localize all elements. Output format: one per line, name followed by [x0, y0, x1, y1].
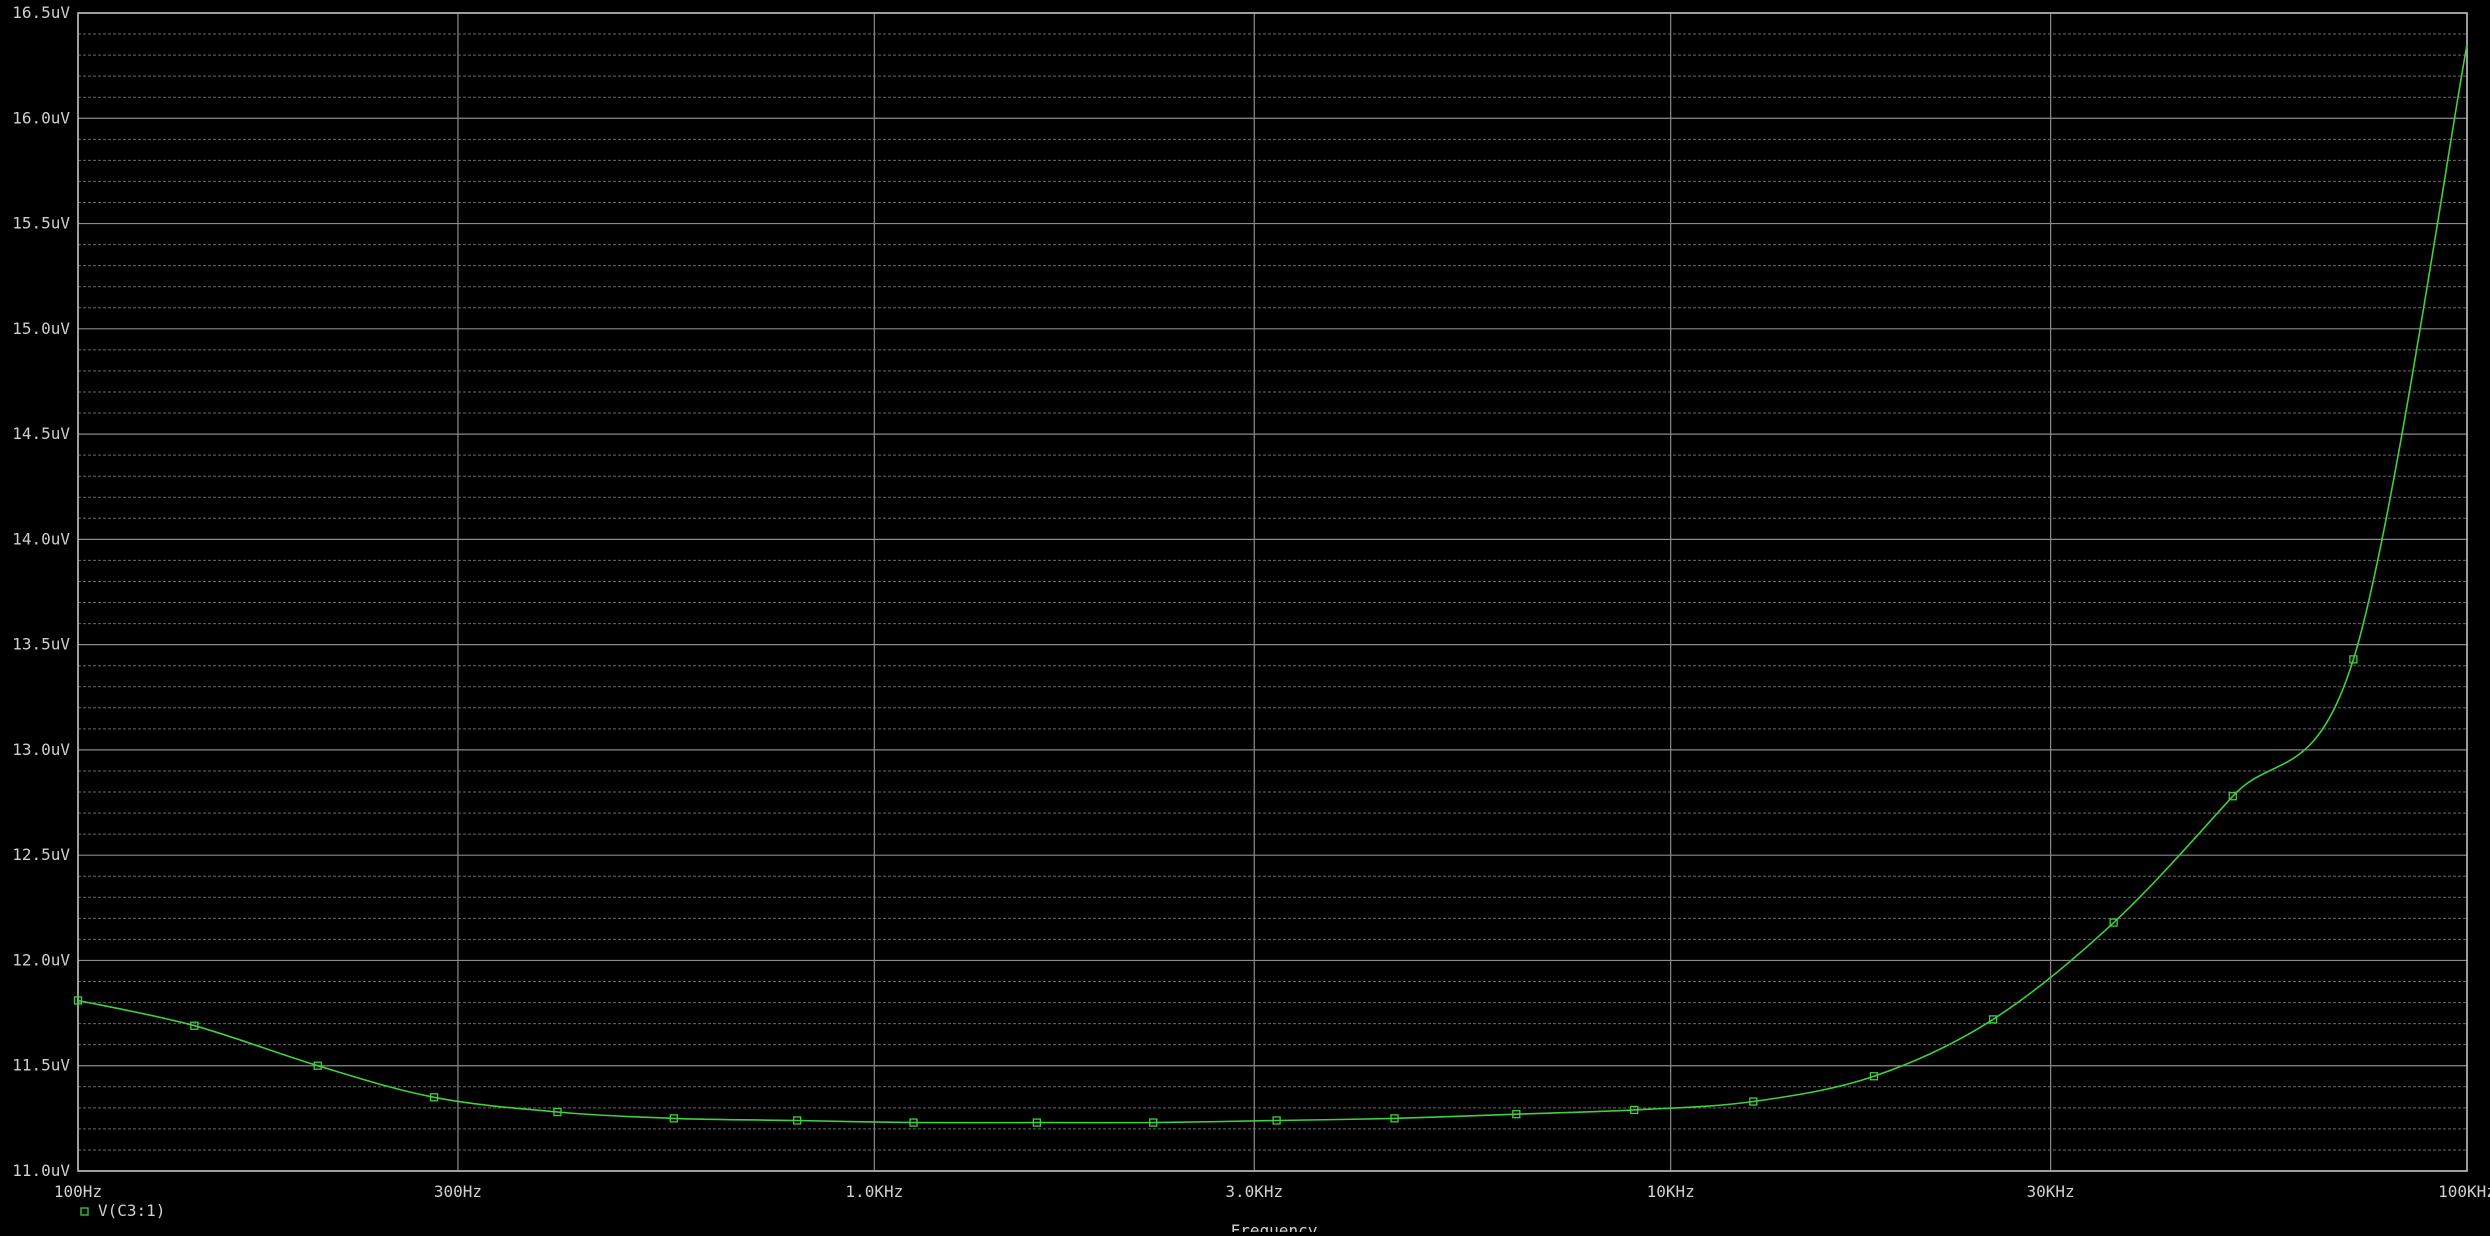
legend-marker-square [80, 1207, 89, 1216]
y-tick-label: 14.5uV [12, 424, 70, 443]
plot-border [77, 12, 2468, 1172]
y-tick-label: 15.5uV [12, 214, 70, 233]
y-tick-label: 15.0uV [12, 319, 70, 338]
x-axis-label: Frequency [1231, 1221, 1318, 1232]
y-tick-label: 13.0uV [12, 740, 70, 759]
y-tick-label: 12.0uV [12, 950, 70, 969]
x-axis-tick-labels: 100Hz 300Hz 1.0KHz 3.0KHz 10KHz 30KHz 100KHz [54, 1182, 2490, 1201]
x-tick-label: 100KHz [2438, 1182, 2490, 1201]
grid-layer [77, 12, 2468, 1172]
plot-window: 11.0uV 11.5uV 12.0uV 12.5uV 13.0uV 13.5uV 14.0… [0, 0, 2490, 1236]
plot-frame [77, 12, 2468, 1172]
y-tick-label: 16.5uV [12, 3, 70, 22]
y-tick-label: 11.5uV [12, 1056, 70, 1075]
y-tick-label: 14.0uV [12, 529, 70, 548]
x-tick-label: 1.0KHz [845, 1182, 903, 1201]
y-tick-label: 12.5uV [12, 845, 70, 864]
frequency-response-chart: 11.0uV 11.5uV 12.0uV 12.5uV 13.0uV 13.5uV 14.0… [12, 3, 2490, 1236]
x-tick-label: 300Hz [434, 1182, 482, 1201]
legend[interactable]: V(C3:1) [80, 1201, 165, 1220]
trace-layer [73, 44, 2468, 1127]
legend-label-series[interactable]: V(C3:1) [98, 1201, 165, 1220]
x-tick-label: 30KHz [2027, 1182, 2075, 1201]
x-tick-label: 3.0KHz [1225, 1182, 1283, 1201]
x-tick-label: 100Hz [54, 1182, 102, 1201]
y-tick-label: 11.0uV [12, 1161, 70, 1180]
y-tick-label: 16.0uV [12, 108, 70, 127]
y-axis-tick-labels: 11.0uV 11.5uV 12.0uV 12.5uV 13.0uV 13.5uV 14.0… [12, 3, 70, 1180]
y-tick-label: 13.5uV [12, 635, 70, 654]
x-tick-label: 10KHz [1647, 1182, 1695, 1201]
